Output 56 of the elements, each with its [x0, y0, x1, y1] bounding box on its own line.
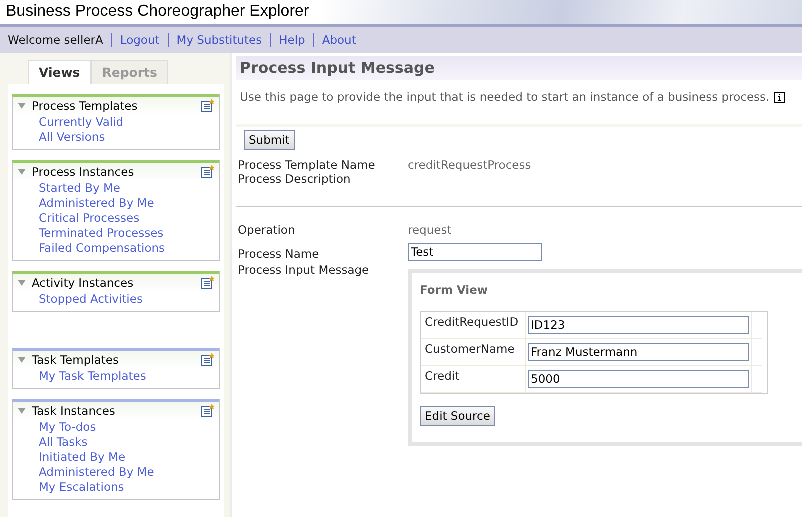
nav-link[interactable]: About	[322, 33, 356, 47]
field-label: Process Input Message	[238, 263, 370, 279]
tab[interactable]: Views	[28, 60, 92, 84]
field-label: Operation	[238, 223, 296, 237]
view-link[interactable]: Administered By Me	[13, 465, 219, 480]
page-description: Use this page to provide the input that is needed to start an instance of a business process.	[240, 90, 770, 104]
input-field[interactable]: 5000	[528, 370, 749, 388]
welcome-text: Welcome sellerA	[8, 33, 104, 47]
view-link[interactable]: Critical Processes	[13, 211, 219, 226]
view-link[interactable]: Failed Compensations	[13, 241, 219, 256]
field-value: request	[408, 223, 453, 237]
collapse-icon[interactable]	[18, 169, 26, 175]
submit-button[interactable]: Submit	[244, 130, 295, 150]
field-label: Process Description	[238, 172, 352, 186]
view-link[interactable]: Stopped Activities	[13, 292, 219, 307]
form-title: Form View	[420, 283, 490, 297]
add-view-icon[interactable]	[201, 165, 215, 179]
view-link[interactable]: Initiated By Me	[13, 450, 219, 465]
add-view-icon[interactable]	[201, 276, 215, 290]
nav-link[interactable]: Logout	[120, 33, 160, 47]
window-title: Business Process Choreographer Explorer	[6, 3, 310, 21]
collapse-icon[interactable]	[18, 280, 26, 286]
view-link[interactable]: My To-dos	[13, 420, 219, 435]
input-field[interactable]: ID123	[528, 316, 749, 334]
collapse-icon[interactable]	[18, 408, 26, 414]
view-link[interactable]: Administered By Me	[13, 196, 219, 211]
view-link[interactable]: My Escalations	[13, 480, 219, 495]
collapse-icon[interactable]	[18, 357, 26, 363]
process-name-field[interactable]: Test	[408, 243, 542, 261]
info-icon[interactable]	[774, 92, 785, 102]
view-link[interactable]: My Task Templates	[13, 369, 219, 384]
view-link[interactable]: Terminated Processes	[13, 226, 219, 241]
panel-title: Task Templates	[32, 353, 120, 367]
panel-title: Process Templates	[32, 99, 139, 113]
view-link[interactable]: Currently Valid	[13, 115, 219, 130]
panel-title: Task Instances	[32, 404, 116, 418]
nav-link[interactable]: My Substitutes	[176, 33, 262, 47]
add-view-icon[interactable]	[201, 99, 215, 113]
field-value: creditRequestProcess	[408, 158, 532, 172]
nav-link[interactable]: Help	[279, 33, 306, 47]
view-link[interactable]: Started By Me	[13, 181, 219, 196]
view-link[interactable]: All Versions	[13, 130, 219, 145]
collapse-icon[interactable]	[18, 103, 26, 109]
panel-title: Process Instances	[32, 165, 136, 179]
table-cell: CreditRequestID	[421, 312, 526, 339]
view-link[interactable]: All Tasks	[13, 435, 219, 450]
add-view-icon[interactable]	[201, 353, 215, 367]
table-cell: Credit	[421, 366, 526, 393]
add-view-icon[interactable]	[201, 404, 215, 418]
page-heading: Process Input Message	[236, 56, 802, 80]
table-cell: CustomerName	[421, 339, 526, 366]
edit-source-button[interactable]: Edit Source	[420, 406, 496, 426]
input-field[interactable]: Franz Mustermann	[528, 343, 749, 361]
panel-title: Activity Instances	[32, 276, 135, 290]
field-label: Process Name	[238, 247, 320, 261]
field-label: Process Template Name	[238, 158, 376, 172]
